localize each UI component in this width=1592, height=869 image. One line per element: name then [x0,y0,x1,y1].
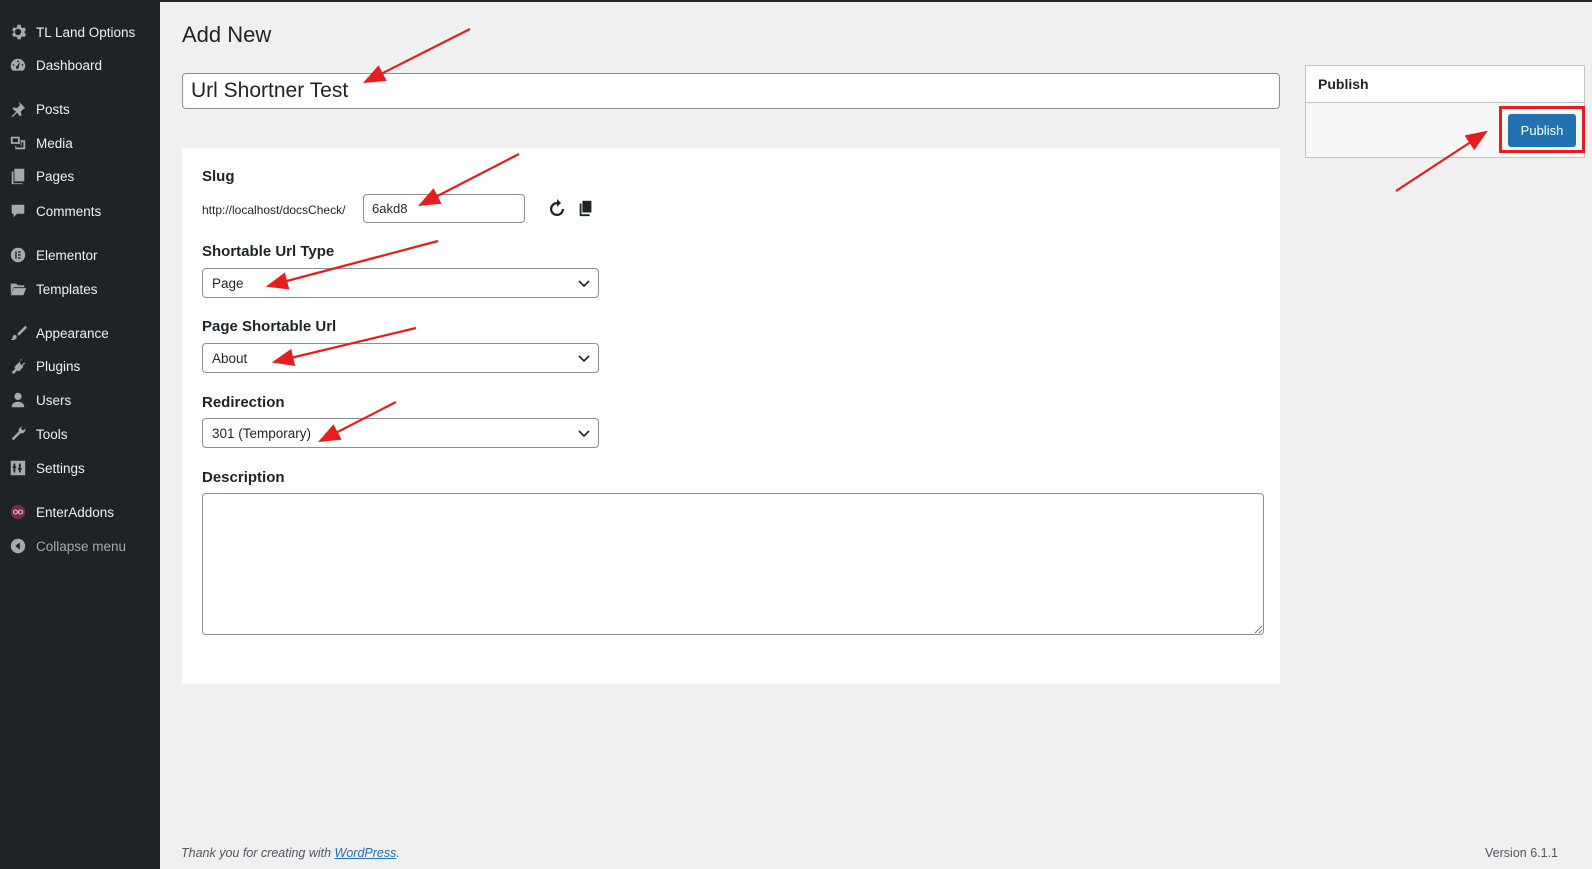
gear-icon [8,22,28,42]
page-url-label: Page Shortable Url [202,318,337,335]
sidebar-item-elementor[interactable]: Elementor [0,241,160,269]
sidebar-item-label: Pages [36,168,75,184]
sidebar-item-templates[interactable]: Templates [0,275,160,303]
sidebar-item-media[interactable]: Media [0,129,160,157]
chevron-down-icon [578,430,590,438]
sidebar-item-label: Collapse menu [36,538,127,554]
footer-thanks: Thank you for creating with WordPress. [181,846,400,860]
chevron-down-icon [578,355,590,363]
page-url-select[interactable]: About [202,343,599,373]
footer-version: Version 6.1.1 [1485,846,1558,860]
plugin-icon [8,356,28,376]
description-label: Description [202,469,285,486]
media-icon [8,133,28,153]
sidebar-item-tools[interactable]: Tools [0,420,160,448]
sidebar-item-settings[interactable]: Settings [0,454,160,482]
admin-sidebar: TL Land Options Dashboard Posts Media Pa… [0,0,160,869]
sidebar-item-appearance[interactable]: Appearance [0,319,160,347]
sidebar-item-tl-land-options[interactable]: TL Land Options [0,18,160,46]
enteraddons-icon [8,502,28,522]
page-title: Add New [182,22,272,47]
pin-icon [8,99,28,119]
sidebar-item-label: Posts [36,101,70,117]
sidebar-item-label: Templates [36,281,98,297]
url-type-select[interactable]: Page [202,268,599,298]
sidebar-item-posts[interactable]: Posts [0,95,160,123]
sidebar-item-comments[interactable]: Comments [0,197,160,225]
top-border [0,0,1592,2]
sidebar-item-dashboard[interactable]: Dashboard [0,51,160,79]
dashboard-icon [8,55,28,75]
slug-prefix: http://localhost/docsCheck/ [202,203,346,217]
sidebar-item-label: Tools [36,426,68,442]
sidebar-item-pages[interactable]: Pages [0,162,160,190]
redirection-select[interactable]: 301 (Temporary) [202,418,599,448]
slug-label: Slug [202,168,235,185]
copy-icon[interactable] [575,197,597,219]
url-type-value: Page [212,275,244,291]
sidebar-item-label: Settings [36,460,85,476]
sidebar-item-label: EnterAddons [36,504,115,520]
chevron-down-icon [578,280,590,288]
post-title-input[interactable] [182,73,1280,109]
brush-icon [8,323,28,343]
sidebar-item-label: Media [36,135,73,151]
footer-thanks-suffix: . [396,846,400,860]
redirection-label: Redirection [202,394,285,411]
footer-thanks-text: Thank you for creating with [181,846,335,860]
publish-button[interactable]: Publish [1508,114,1576,147]
sidebar-item-label: Appearance [36,325,109,341]
sidebar-item-label: Dashboard [36,57,103,73]
pages-icon [8,166,28,186]
comment-icon [8,201,28,221]
sidebar-item-label: Plugins [36,358,81,374]
sidebar-item-label: TL Land Options [36,24,136,40]
sidebar-item-label: Elementor [36,247,98,263]
url-type-label: Shortable Url Type [202,243,335,260]
collapse-menu-button[interactable]: Collapse menu [0,532,160,560]
settings-icon [8,458,28,478]
url-shortener-panel: Slug http://localhost/docsCheck/ Shortab… [182,148,1280,684]
redirection-value: 301 (Temporary) [212,425,312,441]
sidebar-item-enteraddons[interactable]: EnterAddons [0,498,160,526]
sidebar-item-users[interactable]: Users [0,386,160,414]
sidebar-item-label: Users [36,392,72,408]
collapse-icon [8,536,28,556]
folder-icon [8,279,28,299]
publish-heading: Publish [1306,66,1584,103]
user-icon [8,390,28,410]
page-url-value: About [212,350,248,366]
wrench-icon [8,424,28,444]
slug-input[interactable] [363,194,525,223]
sidebar-item-plugins[interactable]: Plugins [0,352,160,380]
refresh-icon[interactable] [546,197,568,219]
wordpress-link[interactable]: WordPress [335,846,397,860]
elementor-icon [8,245,28,265]
sidebar-item-label: Comments [36,203,102,219]
description-textarea[interactable] [202,493,1264,635]
